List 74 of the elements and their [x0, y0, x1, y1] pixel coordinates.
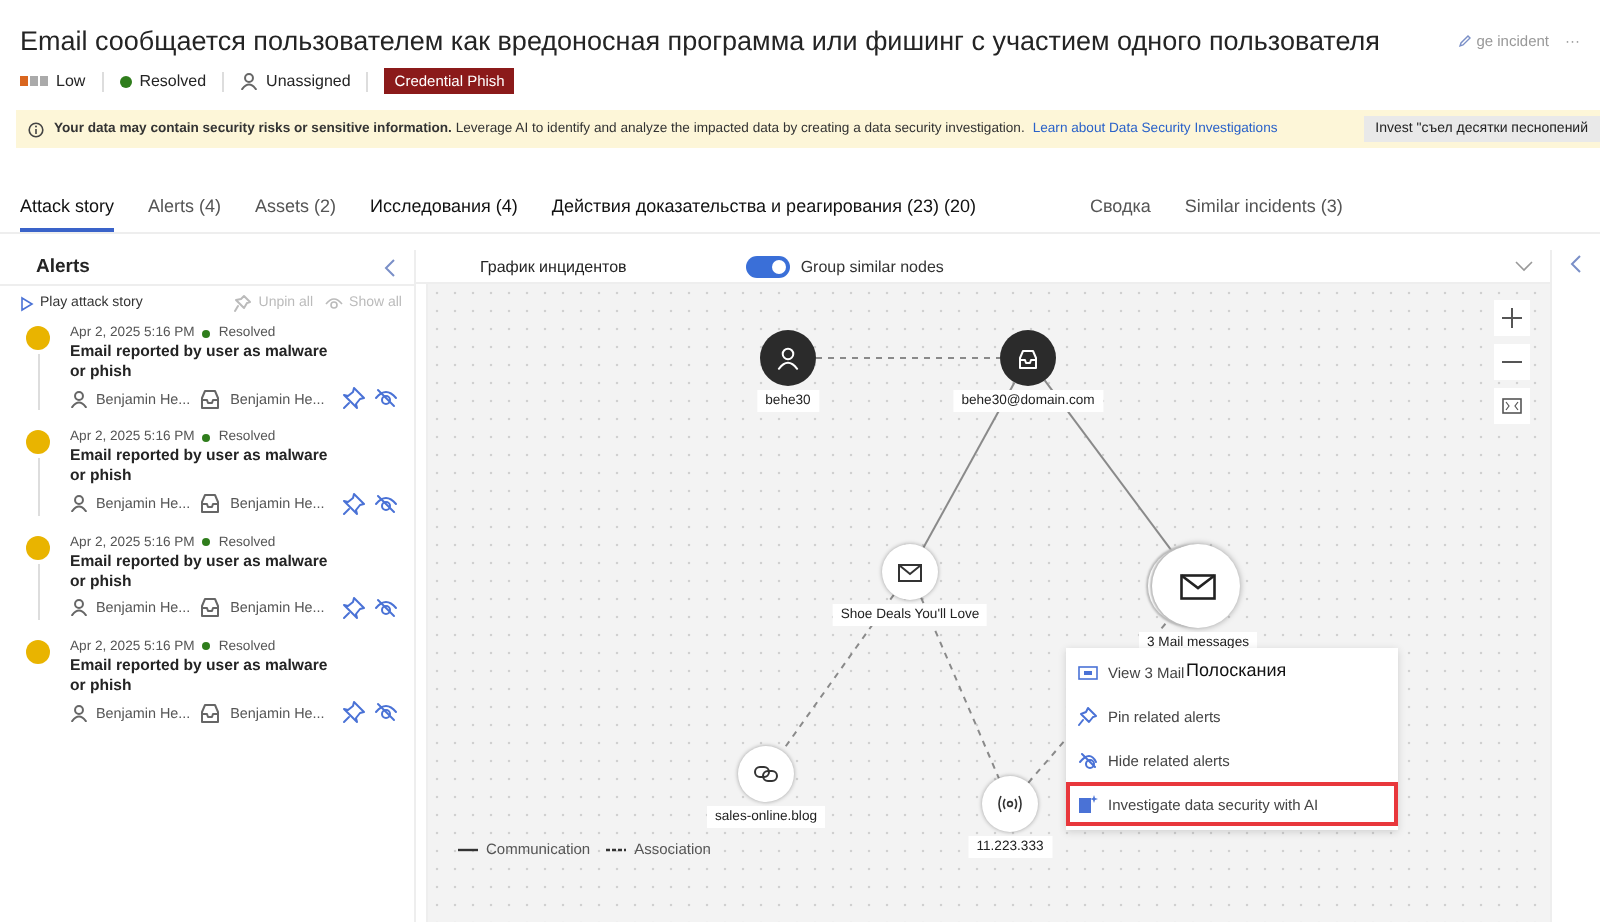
tab[interactable]: Действия доказательства и реагирования (23) (20): [551, 192, 976, 232]
tab[interactable]: Similar incidents (3): [1184, 192, 1343, 232]
person-icon: [70, 389, 88, 408]
severity-dot: [26, 326, 50, 350]
mailbox-icon: [198, 492, 223, 514]
incident-title: Email сообщается пользователем как вредоносная программа или фишинг с участием одного пользователя: [20, 26, 1380, 56]
pin-icon: [234, 294, 253, 312]
plus-icon: [1502, 308, 1522, 328]
severity-dot: [26, 535, 50, 559]
graph-title: График инцидентов: [480, 257, 627, 275]
user-node[interactable]: [760, 330, 816, 386]
hide-icon[interactable]: [374, 491, 398, 515]
pin-icon[interactable]: [342, 491, 366, 515]
solid-line-icon: [458, 847, 478, 851]
person-icon: [240, 72, 259, 90]
pin-icon: [1078, 706, 1098, 726]
signal-icon: [998, 794, 1022, 814]
severity-dot: [26, 639, 50, 664]
envelope-icon: [1180, 573, 1216, 599]
pencil-icon: [1458, 34, 1473, 48]
overlay-text: Полоскания: [1186, 660, 1287, 680]
tab[interactable]: Alerts (4): [148, 192, 222, 232]
info-icon: [28, 121, 44, 137]
eye-icon: [323, 296, 344, 310]
tab[interactable]: Сводка: [1089, 192, 1151, 232]
pin-icon[interactable]: [342, 386, 366, 411]
pin-icon[interactable]: [342, 700, 366, 724]
person-icon: [70, 494, 88, 512]
group-similar-nodes-toggle[interactable]: Group similar nodes: [746, 255, 944, 277]
severity-dot: [26, 430, 50, 455]
mailbox-icon: [198, 701, 223, 723]
severity-label: Low: [56, 72, 86, 90]
status-dot: [202, 538, 211, 546]
hide-icon[interactable]: [374, 595, 398, 620]
person-icon: [776, 346, 800, 370]
mailbox-icon: [198, 387, 223, 410]
tab[interactable]: Исследования (4): [370, 192, 518, 232]
minus-icon: [1502, 360, 1522, 364]
status-dot: [202, 329, 211, 337]
url-node[interactable]: [738, 746, 794, 802]
pin-icon[interactable]: [342, 595, 366, 620]
panel-title: Alerts: [36, 256, 90, 278]
hide-icon: [1078, 750, 1098, 770]
fit-button[interactable]: [1494, 388, 1530, 424]
ai-document-icon: [1078, 794, 1098, 814]
tab[interactable]: Attack story: [20, 192, 115, 232]
fit-icon: [1502, 398, 1522, 414]
email-group-node[interactable]: [1156, 544, 1240, 628]
mailbox-icon: [1016, 347, 1040, 369]
chevron-down-icon[interactable]: [1514, 260, 1534, 272]
status-dot-icon: [119, 75, 132, 87]
email-node[interactable]: [882, 544, 938, 600]
severity-icon: [20, 76, 48, 86]
dashed-line-icon: [606, 847, 627, 851]
status-label: Resolved: [139, 72, 207, 90]
expand-panel-icon[interactable]: [1568, 254, 1584, 274]
mailbox-icon: [198, 596, 223, 619]
status-dot: [202, 642, 211, 651]
play-icon: [20, 295, 34, 311]
collapse-icon[interactable]: [382, 257, 398, 277]
tab[interactable]: Assets (2): [255, 192, 337, 232]
person-icon: [70, 703, 88, 721]
assignee-label: Unassigned: [266, 72, 351, 90]
hide-icon[interactable]: [374, 700, 398, 724]
link-icon: [754, 764, 778, 784]
status-dot: [202, 433, 211, 442]
hide-icon[interactable]: [374, 386, 398, 411]
ip-node[interactable]: [982, 776, 1038, 832]
person-icon: [70, 598, 88, 617]
envelope-icon: [898, 563, 922, 581]
zoom-out-button[interactable]: [1494, 344, 1530, 380]
view-icon: [1078, 666, 1098, 680]
mailbox-node[interactable]: [1000, 330, 1056, 386]
zoom-in-button[interactable]: [1494, 300, 1530, 336]
